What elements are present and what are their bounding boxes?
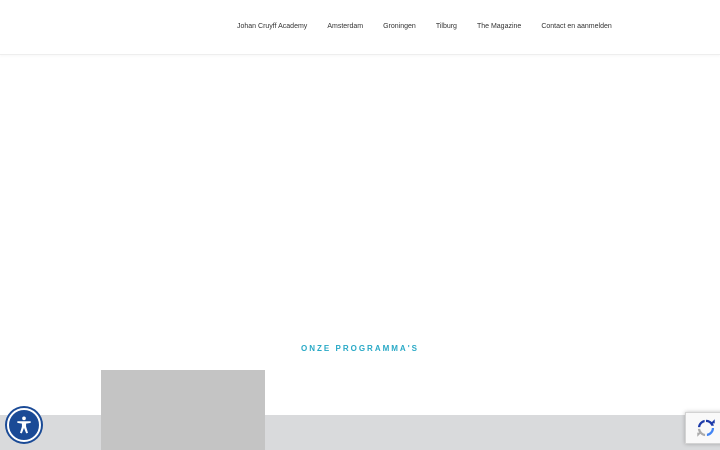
main-nav: Johan Cruyff Academy Amsterdam Groningen… xyxy=(237,22,612,32)
programs-section-title: ONZE PROGRAMMA'S xyxy=(301,344,419,353)
nav-item-groningen[interactable]: Groningen xyxy=(383,22,416,32)
program-card-image[interactable] xyxy=(101,370,265,450)
page: Johan Cruyff Academy Amsterdam Groningen… xyxy=(0,0,720,450)
nav-item-contact-en-aanmelden[interactable]: Contact en aanmelden xyxy=(541,22,611,32)
site-header: Johan Cruyff Academy Amsterdam Groningen… xyxy=(0,0,720,55)
recaptcha-badge[interactable] xyxy=(685,412,720,444)
nav-item-johan-cruyff-academy[interactable]: Johan Cruyff Academy xyxy=(237,22,307,32)
recaptcha-icon xyxy=(696,419,715,437)
accessibility-button[interactable] xyxy=(7,408,41,442)
accessibility-icon xyxy=(17,416,31,434)
nav-item-amsterdam[interactable]: Amsterdam xyxy=(327,22,363,32)
nav-item-tilburg[interactable]: Tilburg xyxy=(436,22,457,32)
nav-item-the-magazine[interactable]: The Magazine xyxy=(477,22,521,32)
